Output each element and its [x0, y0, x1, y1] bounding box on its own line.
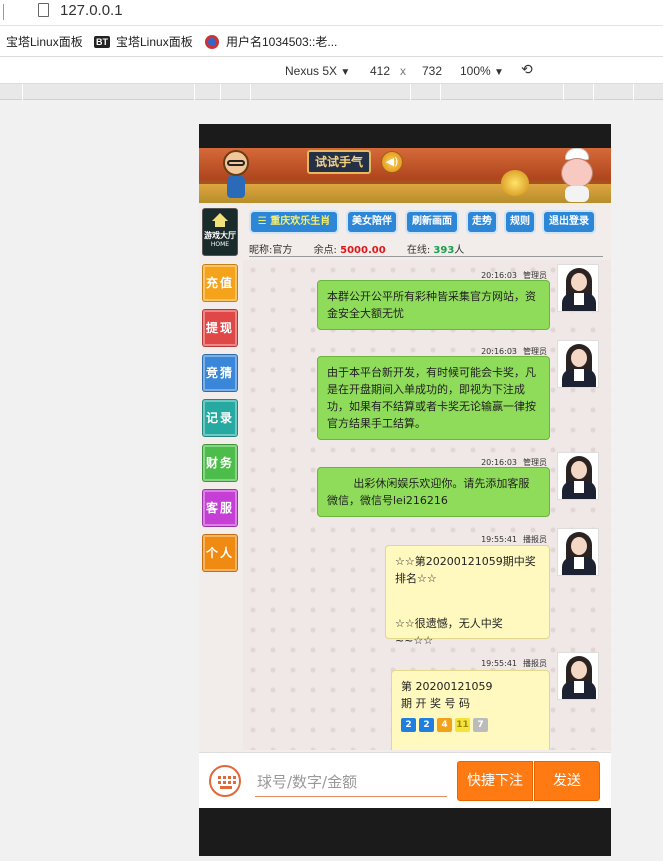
device-height[interactable]: 732 [422, 64, 442, 78]
page-icon [38, 3, 49, 17]
user-badge-icon [205, 34, 219, 49]
nickname: 官方 [272, 245, 293, 256]
header-banner: 试试手气 ◀) [199, 148, 611, 203]
refresh-button[interactable]: 刷新画面 [405, 210, 459, 234]
dimension-separator: x [400, 64, 406, 78]
device-bottom-bar [199, 808, 611, 856]
message-bubble: 本群公开公平所有彩种皆采集官方网站，资金安全大额无忧 [317, 280, 550, 330]
input-bar: 快捷下注 发送 [199, 752, 611, 808]
rules-button[interactable]: 规则 [504, 210, 536, 234]
message-meta: 19:55:41 播报员 [481, 535, 547, 544]
bookmarks-bar: 宝塔Linux面板 BT 宝塔Linux面板 用户名1034503::老... [0, 26, 663, 57]
bt-icon: BT [94, 35, 110, 48]
lottery-ball: 4 [437, 718, 452, 732]
sidebar-item-profile[interactable]: 个人 [202, 534, 238, 572]
treasure-pot-icon [501, 170, 529, 196]
logo: 试试手气 [307, 150, 371, 174]
message-bubble: 由于本平台新开发，有时候可能会卡奖，凡是在开盘期间入单成功的，即视为下注成功，如… [317, 356, 550, 440]
lottery-ball: 11 [455, 718, 470, 732]
message-meta: 19:55:41 播报员 [481, 659, 547, 668]
device-select[interactable]: Nexus 5X ▼ [285, 64, 350, 78]
home-icon [212, 213, 228, 221]
bookmark-item[interactable]: BT 宝塔Linux面板 [94, 33, 193, 50]
balance-value: 5000.00 [340, 245, 386, 256]
sidebar-item-guess[interactable]: 竞猜 [202, 354, 238, 392]
logout-button[interactable]: 退出登录 [542, 210, 596, 234]
avatar [557, 528, 599, 576]
chevron-down-icon: ▼ [494, 67, 504, 78]
avatar [557, 340, 599, 388]
account-info: 昵称:官方 余点: 5000.00 在线: 393人 [249, 245, 465, 256]
bookmark-item[interactable]: 用户名1034503::老... [205, 33, 337, 50]
sidebar-item-finance[interactable]: 财务 [202, 444, 238, 482]
avatar [557, 264, 599, 312]
cartoon-chef-icon [557, 148, 597, 202]
game-hall-button[interactable]: 游戏大厅 HOME [202, 208, 238, 256]
device-toolbar: Nexus 5X ▼ 412 x 732 100% ▼ ⟲ [0, 57, 663, 84]
game-select-button[interactable]: ☰ 重庆欢乐生肖 [249, 210, 339, 234]
send-button[interactable]: 发送 [534, 761, 600, 801]
sidebar-item-recharge[interactable]: 充值 [202, 264, 238, 302]
companion-button[interactable]: 美女陪伴 [346, 210, 398, 234]
draw-numbers: 2 2 4 11 7 [401, 718, 540, 732]
bookmark-item[interactable]: 宝塔Linux面板 [6, 33, 83, 50]
sound-icon[interactable]: ◀) [381, 151, 403, 173]
bookmark-label: 宝塔Linux面板 [116, 35, 193, 49]
lottery-ball: 2 [419, 718, 434, 732]
device-viewport: 试试手气 ◀) 游戏大厅 HOME 充值 提现 竞猜 记录 财务 客服 个人 ☰… [199, 124, 611, 856]
avatar [557, 652, 599, 700]
bookmark-label: 宝塔Linux面板 [6, 35, 83, 49]
keyboard-icon[interactable] [209, 765, 241, 797]
draw-result-bubble: 第 20200121059 期 开 奖 号 码 2 2 4 11 7 [391, 670, 550, 750]
sidebar-item-service[interactable]: 客服 [202, 489, 238, 527]
quick-bet-button[interactable]: 快捷下注 [457, 761, 533, 801]
divider [249, 256, 603, 257]
message-bubble: 出彩休闲娱乐欢迎你。请先添加客服微信，微信号lei216216 [317, 467, 550, 517]
lottery-ball: 7 [473, 718, 488, 732]
rotate-icon[interactable]: ⟲ [521, 61, 533, 78]
online-count: 393 [433, 245, 455, 256]
cartoon-boy-icon [221, 150, 251, 200]
avatar [557, 452, 599, 500]
chevron-down-icon: ▼ [340, 67, 351, 78]
zoom-select[interactable]: 100% ▼ [460, 64, 504, 78]
app-screen: 试试手气 ◀) 游戏大厅 HOME 充值 提现 竞猜 记录 财务 客服 个人 ☰… [199, 148, 611, 808]
announcement-bubble: ☆☆第20200121059期中奖排名☆☆ ☆☆很遗憾，无人中奖~~☆☆ [385, 545, 550, 647]
lottery-ball: 2 [401, 718, 416, 732]
sidebar-item-records[interactable]: 记录 [202, 399, 238, 437]
chat-area[interactable]: 20:16:03 管理员 本群公开公平所有彩种皆采集官方网站，资金安全大额无忧 2… [243, 260, 611, 750]
device-width[interactable]: 412 [370, 64, 390, 78]
url-text[interactable]: 127.0.0.1 [60, 2, 123, 19]
bookmark-label: 用户名1034503::老... [226, 35, 338, 49]
media-query-ruler [0, 84, 663, 100]
window-edge [0, 4, 4, 20]
trend-button[interactable]: 走势 [466, 210, 498, 234]
sidebar-item-withdraw[interactable]: 提现 [202, 309, 238, 347]
address-bar: 127.0.0.1 [0, 0, 663, 26]
bet-input[interactable] [255, 767, 447, 797]
